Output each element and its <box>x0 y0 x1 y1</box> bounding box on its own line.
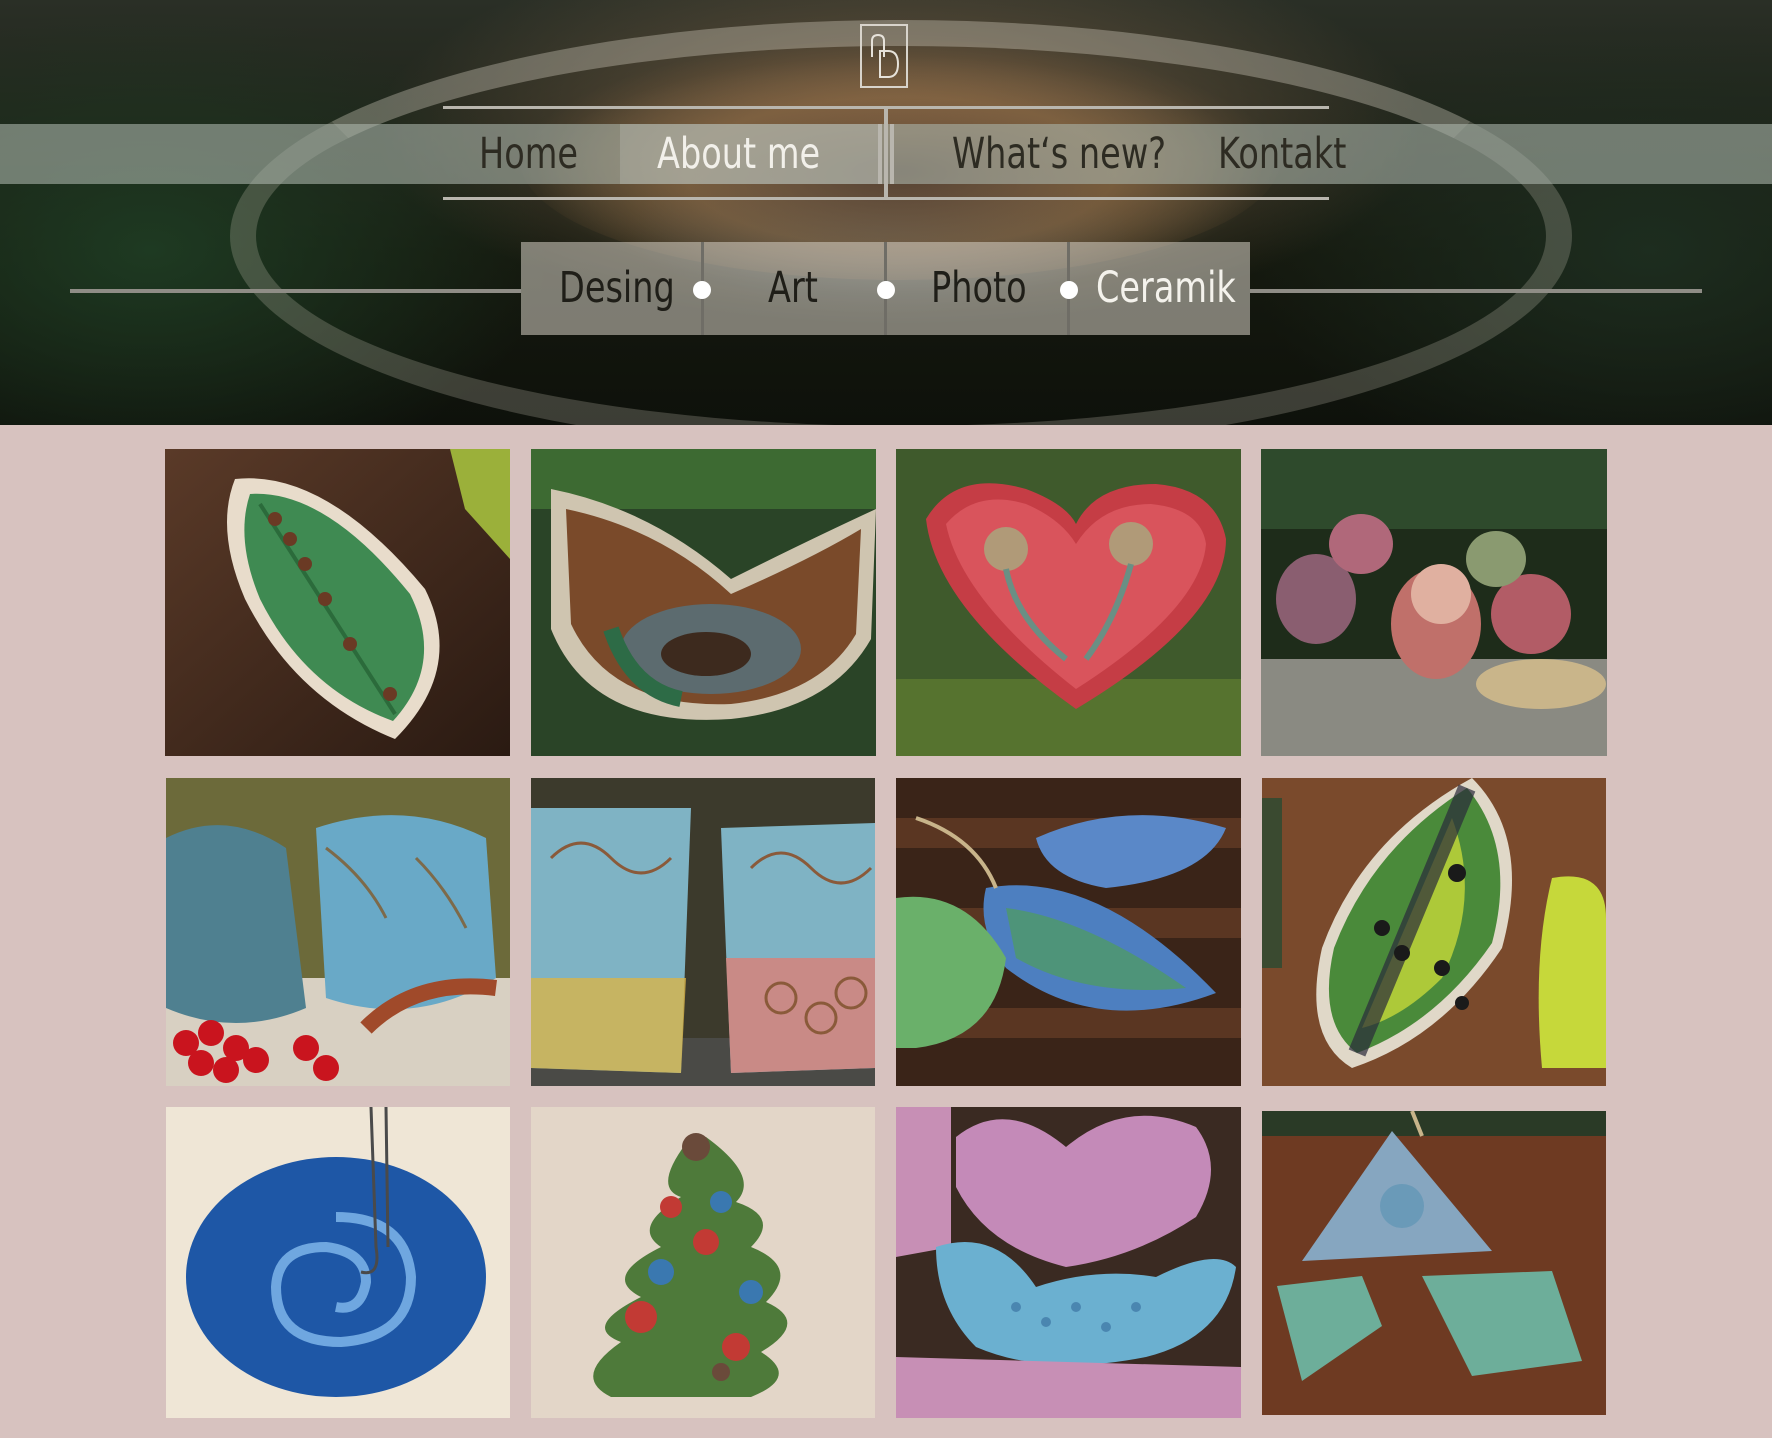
gallery-photo-leaf-pendants[interactable] <box>896 778 1241 1086</box>
nav-home[interactable]: Home <box>479 124 578 184</box>
nav-center-divider <box>884 106 888 200</box>
nav-kontakt[interactable]: Kontakt <box>1218 124 1346 184</box>
gallery-photo-blue-spiral[interactable] <box>166 1107 510 1418</box>
hero-banner: Home About me What‘s new? Kontakt Desing… <box>0 0 1772 425</box>
gallery-photo-beads[interactable] <box>1261 449 1607 756</box>
site-logo[interactable] <box>860 24 908 88</box>
subnav-label-desing[interactable]: Desing <box>559 242 675 335</box>
subnav-label-art[interactable]: Art <box>768 242 818 335</box>
nav-whats-new[interactable]: What‘s new? <box>952 124 1166 184</box>
gallery-photo-heart-bird-ornaments[interactable] <box>896 1107 1241 1418</box>
subnav-separator-dot <box>1060 281 1078 299</box>
gallery-photo-green-leaf-pendant[interactable] <box>1262 778 1606 1086</box>
subnav-right-line <box>1250 289 1702 293</box>
subnav-label-ceramik[interactable]: Ceramik <box>1096 242 1236 335</box>
gallery-photo-brown-bowl[interactable] <box>531 449 876 756</box>
gallery-photo-leaf-dish[interactable] <box>165 449 510 756</box>
nav-about-me[interactable]: About me <box>657 124 820 184</box>
gallery-photo-christmas-tree[interactable] <box>531 1107 875 1418</box>
subnav-left-line <box>70 289 521 293</box>
nav-divider <box>878 124 882 184</box>
gallery-photo-triangle-pendants[interactable] <box>1262 1111 1606 1415</box>
gallery-photo-blue-cups[interactable] <box>166 778 510 1086</box>
subnav-label-photo[interactable]: Photo <box>931 242 1027 335</box>
nav-divider <box>890 124 894 184</box>
gallery-photo-heart-dish[interactable] <box>896 449 1241 756</box>
gallery-photo-painted-cups[interactable] <box>531 778 875 1086</box>
subnav-separator-dot <box>693 281 711 299</box>
monogram-icon <box>871 33 900 78</box>
subnav-separator-dot <box>877 281 895 299</box>
